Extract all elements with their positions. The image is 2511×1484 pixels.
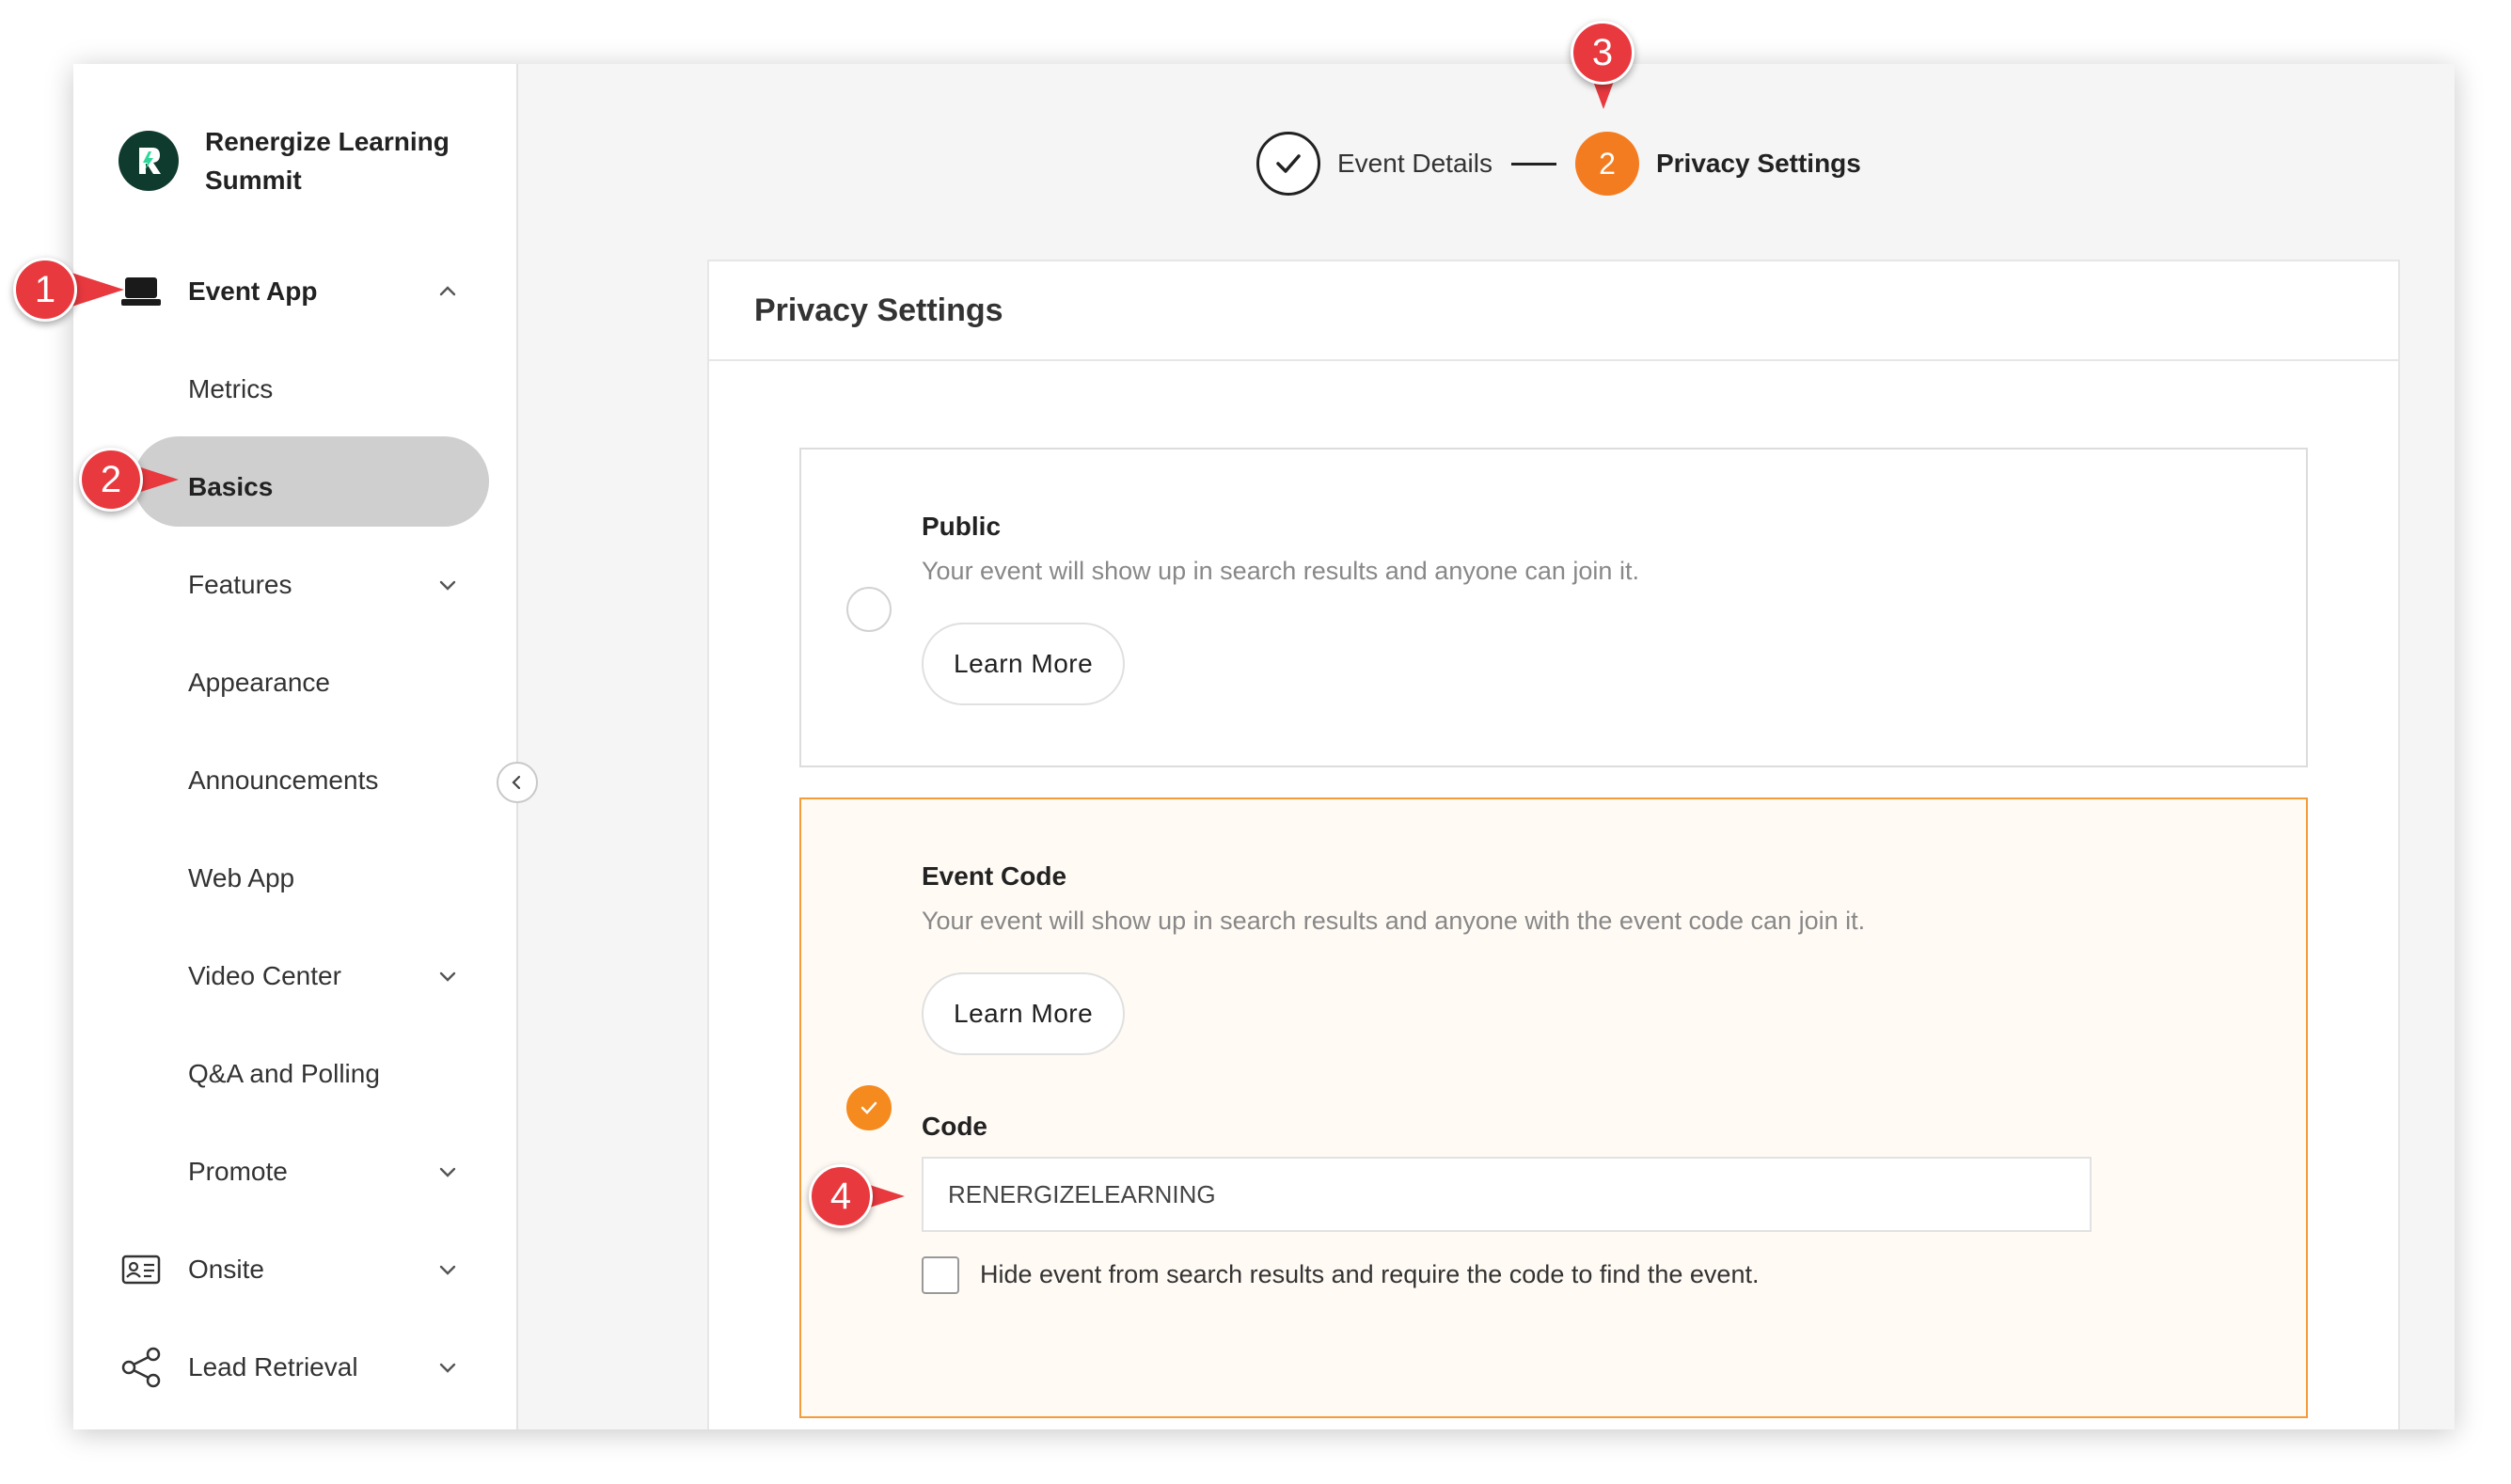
sidebar-item-label: Features xyxy=(188,570,292,599)
id-card-icon xyxy=(120,1249,162,1290)
step-connector xyxy=(1510,162,1556,166)
chevron-down-icon[interactable] xyxy=(434,963,461,989)
chevron-down-icon[interactable] xyxy=(434,1354,461,1381)
sidebar-item-label: Basics xyxy=(188,472,274,501)
hide-event-checkbox[interactable] xyxy=(922,1256,959,1294)
sidebar-item-metrics[interactable]: Metrics xyxy=(73,344,518,434)
callout-badge: 1 xyxy=(13,258,77,322)
option-description: Your event will show up in search result… xyxy=(922,907,1866,935)
stepper: Event Details 2 Privacy Settings xyxy=(1256,130,1861,197)
sidebar-item-qa-polling[interactable]: Q&A and Polling xyxy=(73,1029,518,1119)
sidebar: Renergize Learning Summit Event App Metr… xyxy=(73,64,518,1429)
sidebar-item-announcements[interactable]: Announcements xyxy=(73,735,518,826)
radio-public[interactable] xyxy=(846,587,892,632)
callout-badge: 3 xyxy=(1571,21,1635,85)
app-window: Renergize Learning Summit Event App Metr… xyxy=(73,64,2455,1429)
card-title: Privacy Settings xyxy=(754,292,1003,328)
sidebar-item-promote[interactable]: Promote xyxy=(73,1127,518,1217)
sidebar-item-label: Appearance xyxy=(188,668,331,697)
collapse-sidebar-button[interactable] xyxy=(497,762,538,803)
step-completed-check-icon[interactable] xyxy=(1256,132,1320,196)
event-code-input[interactable] xyxy=(922,1157,2092,1232)
brand-logo-icon xyxy=(118,131,179,191)
sidebar-item-label: Q&A and Polling xyxy=(188,1059,380,1088)
sidebar-item-label: Web App xyxy=(188,863,295,892)
learn-more-button[interactable]: Learn More xyxy=(922,623,1126,705)
callout-badge: 2 xyxy=(79,448,143,512)
option-public[interactable]: Public Your event will show up in search… xyxy=(799,448,2308,767)
option-description: Your event will show up in search result… xyxy=(922,557,1639,585)
sidebar-item-video-center[interactable]: Video Center xyxy=(73,931,518,1021)
sidebar-item-appearance[interactable]: Appearance xyxy=(73,638,518,728)
sidebar-item-label: Announcements xyxy=(188,766,379,795)
sidebar-item-label: Promote xyxy=(188,1157,288,1186)
chevron-down-icon[interactable] xyxy=(434,1256,461,1283)
option-title: Public xyxy=(922,512,1002,541)
step-privacy-settings-label[interactable]: Privacy Settings xyxy=(1656,149,1861,179)
sidebar-item-web-app[interactable]: Web App xyxy=(73,833,518,924)
option-title: Event Code xyxy=(922,861,1067,891)
card-header: Privacy Settings xyxy=(709,261,2398,361)
sidebar-item-label: Onsite xyxy=(188,1255,264,1284)
chevron-down-icon[interactable] xyxy=(434,1159,461,1185)
step-number[interactable]: 2 xyxy=(1574,132,1639,196)
radio-event-code-checked[interactable] xyxy=(846,1085,892,1130)
chevron-up-icon[interactable] xyxy=(434,278,461,305)
step-event-details-label[interactable]: Event Details xyxy=(1337,149,1492,179)
sidebar-item-label: Metrics xyxy=(188,374,274,403)
chevron-left-icon xyxy=(512,775,521,790)
event-name: Renergize Learning Summit xyxy=(205,127,450,195)
option-event-code[interactable]: Event Code Your event will show up in se… xyxy=(799,797,2308,1418)
sidebar-item-features[interactable]: Features xyxy=(73,540,518,630)
check-icon xyxy=(861,1101,877,1114)
sidebar-item-onsite[interactable]: Onsite xyxy=(73,1224,518,1315)
privacy-settings-card: Privacy Settings Public Your event will … xyxy=(707,260,2400,1429)
sidebar-item-label: Video Center xyxy=(188,961,341,990)
sidebar-item-label: Lead Retrieval xyxy=(188,1352,358,1381)
chevron-down-icon[interactable] xyxy=(434,572,461,598)
hide-event-checkbox-label[interactable]: Hide event from search results and requi… xyxy=(980,1260,1759,1289)
sidebar-item-label: Event App xyxy=(188,276,318,306)
brand[interactable]: Renergize Learning Summit xyxy=(118,122,450,199)
callout-badge: 4 xyxy=(809,1164,873,1228)
learn-more-button[interactable]: Learn More xyxy=(922,972,1126,1055)
share-icon xyxy=(120,1347,162,1388)
code-label: Code xyxy=(922,1112,987,1141)
sidebar-item-event-app[interactable]: Event App xyxy=(73,246,518,337)
sidebar-item-lead-retrieval[interactable]: Lead Retrieval xyxy=(73,1322,518,1413)
